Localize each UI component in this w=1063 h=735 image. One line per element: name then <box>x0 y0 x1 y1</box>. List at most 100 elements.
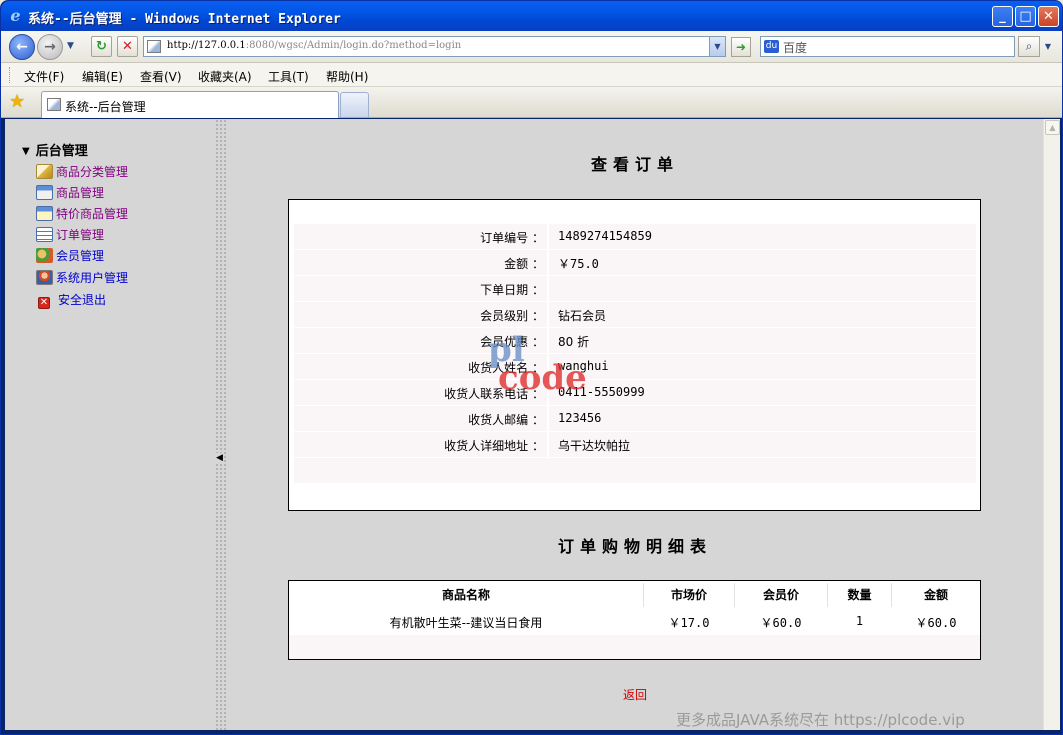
address-bar[interactable]: http://127.0.0.1:8080/wgsc/Admin/login.d… <box>143 36 726 57</box>
menu-help[interactable]: 帮助(H) <box>326 68 368 85</box>
order-field-row: 收货人姓名 ： wanghui <box>294 354 976 379</box>
menu-tools[interactable]: 工具(T) <box>268 68 309 85</box>
menu-edit[interactable]: 编辑(E) <box>82 68 123 85</box>
field-label: 收货人邮编 ： <box>468 413 544 427</box>
menu-file[interactable]: 文件(F) <box>24 68 64 85</box>
stop-button[interactable]: ✕ <box>117 36 138 57</box>
order-icon <box>36 227 53 242</box>
cell-divider <box>547 380 549 405</box>
vertical-scrollbar[interactable]: ▲ <box>1043 119 1060 730</box>
refresh-button[interactable]: ↻ <box>91 36 112 57</box>
cell-divider <box>547 276 549 301</box>
field-value: 123456 <box>558 411 602 425</box>
field-label: 订单编号 ： <box>480 231 544 245</box>
field-label: 金额 ： <box>504 257 544 271</box>
page-content: ▼ 后台管理 商品分类管理 商品管理 特价商品管理 订单管理 会员管理 系统用户管… <box>5 119 1060 730</box>
address-dropdown-icon[interactable]: ▼ <box>709 37 725 56</box>
sidebar-item-category[interactable]: 商品分类管理 <box>36 163 128 180</box>
order-field-row: 收货人详细地址 ： 乌干达坎帕拉 <box>294 432 976 457</box>
column-header: 金额 <box>923 588 948 602</box>
address-input[interactable]: http://127.0.0.1:8080/wgsc/Admin/login.d… <box>167 40 461 51</box>
menu-bar: 文件(F) 编辑(E) 查看(V) 收藏夹(A) 工具(T) 帮助(H) <box>1 63 1062 87</box>
order-field-row: 订单编号 ： 1489274154859 <box>294 224 976 249</box>
page-icon <box>147 40 161 53</box>
page-icon <box>47 98 61 111</box>
search-options-dropdown-icon[interactable]: ▼ <box>1042 36 1054 57</box>
sidebar-item-orders[interactable]: 订单管理 <box>36 226 104 243</box>
close-window-button[interactable]: ✕ <box>1038 6 1059 27</box>
sidebar-item-members[interactable]: 会员管理 <box>36 247 104 264</box>
tab-admin[interactable]: 系统--后台管理 <box>41 91 339 118</box>
cell-divider <box>547 328 549 353</box>
back-button[interactable]: ← <box>9 34 35 60</box>
toolbar-grip[interactable] <box>9 67 12 83</box>
field-label: 收货人联系电话 ： <box>444 387 544 401</box>
collapse-arrow-icon[interactable]: ◀ <box>216 453 223 463</box>
forward-button[interactable]: → <box>37 34 63 60</box>
order-heading: 查看订单 <box>590 155 679 174</box>
cell-divider <box>547 432 549 457</box>
ie-logo-icon: e <box>10 6 21 25</box>
expand-triangle-icon: ▼ <box>22 146 30 157</box>
cell-divider <box>547 302 549 327</box>
field-label: 下单日期 ： <box>480 283 544 297</box>
back-link[interactable]: 返回 <box>227 686 1043 703</box>
baidu-logo-icon: du <box>764 40 779 53</box>
tab-bar: ★ 系统--后台管理 <box>1 87 1062 118</box>
menu-favorites[interactable]: 收藏夹(A) <box>198 68 252 85</box>
order-field-row-empty <box>294 458 976 483</box>
column-header: 市场价 <box>670 588 707 602</box>
sidebar-item-goods[interactable]: 商品管理 <box>36 184 104 201</box>
table-cell-quantity: 1 <box>855 614 864 628</box>
main-frame: 查看订单 订单编号 ： 1489274154859 金额 ： ￥75.0 下单日… <box>227 119 1043 730</box>
sidebar-item-system-users[interactable]: 系统用户管理 <box>36 269 128 286</box>
search-button[interactable]: ⌕ <box>1018 36 1040 57</box>
maximize-button[interactable]: □ <box>1015 6 1036 27</box>
order-field-row: 会员优惠 ： 80 折 <box>294 328 976 353</box>
footer-watermark: 更多成品JAVA系统尽在 https://plcode.vip <box>676 711 965 729</box>
cell-divider <box>547 354 549 379</box>
table-cell-member-price: ￥60.0 <box>760 616 802 630</box>
order-field-row: 收货人邮编 ： 123456 <box>294 406 976 431</box>
sidebar-item-special-goods[interactable]: 特价商品管理 <box>36 205 128 222</box>
table-header-row: 商品名称 市场价 会员价 数量 金额 <box>289 581 980 609</box>
column-header: 商品名称 <box>441 588 490 602</box>
field-value: ￥75.0 <box>558 257 599 271</box>
exit-icon: ✕ <box>38 297 50 309</box>
field-value: wanghui <box>558 359 609 373</box>
go-button[interactable]: ➜ <box>731 37 751 57</box>
field-value: 0411-5550999 <box>558 385 645 399</box>
member-icon <box>36 248 53 263</box>
order-field-row: 下单日期 ： <box>294 276 976 301</box>
order-field-row: 会员级别 ： 钻石会员 <box>294 302 976 327</box>
history-dropdown-icon[interactable]: ▼ <box>67 41 74 51</box>
field-value: 1489274154859 <box>558 229 652 243</box>
sidebar-root[interactable]: ▼ 后台管理 <box>22 140 88 159</box>
cell-divider <box>547 250 549 275</box>
new-tab-button[interactable] <box>340 92 369 117</box>
order-field-row: 金额 ： ￥75.0 <box>294 250 976 275</box>
search-box[interactable]: du 百度 <box>760 36 1015 57</box>
title-bar: e 系统--后台管理 - Windows Internet Explorer _… <box>1 1 1062 31</box>
user-icon <box>36 270 53 285</box>
favorites-star-icon[interactable]: ★ <box>9 92 25 112</box>
field-label: 会员级别 ： <box>480 309 544 323</box>
details-table: 商品名称 市场价 会员价 数量 金额 有机散叶生菜--建议当日食用 ￥17.0 … <box>288 580 981 660</box>
sidebar-item-logout[interactable]: ✕ 安全退出 <box>38 291 106 309</box>
table-footer-row <box>289 635 980 659</box>
category-icon <box>36 164 53 179</box>
field-label: 收货人姓名 ： <box>468 361 544 375</box>
menu-view[interactable]: 查看(V) <box>140 68 182 85</box>
minimize-button[interactable]: _ <box>992 6 1013 27</box>
special-goods-icon <box>36 206 53 221</box>
field-value: 80 折 <box>558 335 590 349</box>
field-value: 钻石会员 <box>558 309 607 323</box>
frame-splitter[interactable] <box>215 119 227 730</box>
sidebar: ▼ 后台管理 商品分类管理 商品管理 特价商品管理 订单管理 会员管理 系统用户管… <box>5 119 215 730</box>
table-cell-name: 有机散叶生菜--建议当日食用 <box>389 616 543 630</box>
field-value: 乌干达坎帕拉 <box>558 439 631 453</box>
column-header: 会员价 <box>762 588 799 602</box>
search-input[interactable]: 百度 <box>783 39 807 56</box>
scroll-up-icon[interactable]: ▲ <box>1045 120 1060 135</box>
column-header: 数量 <box>847 588 872 602</box>
